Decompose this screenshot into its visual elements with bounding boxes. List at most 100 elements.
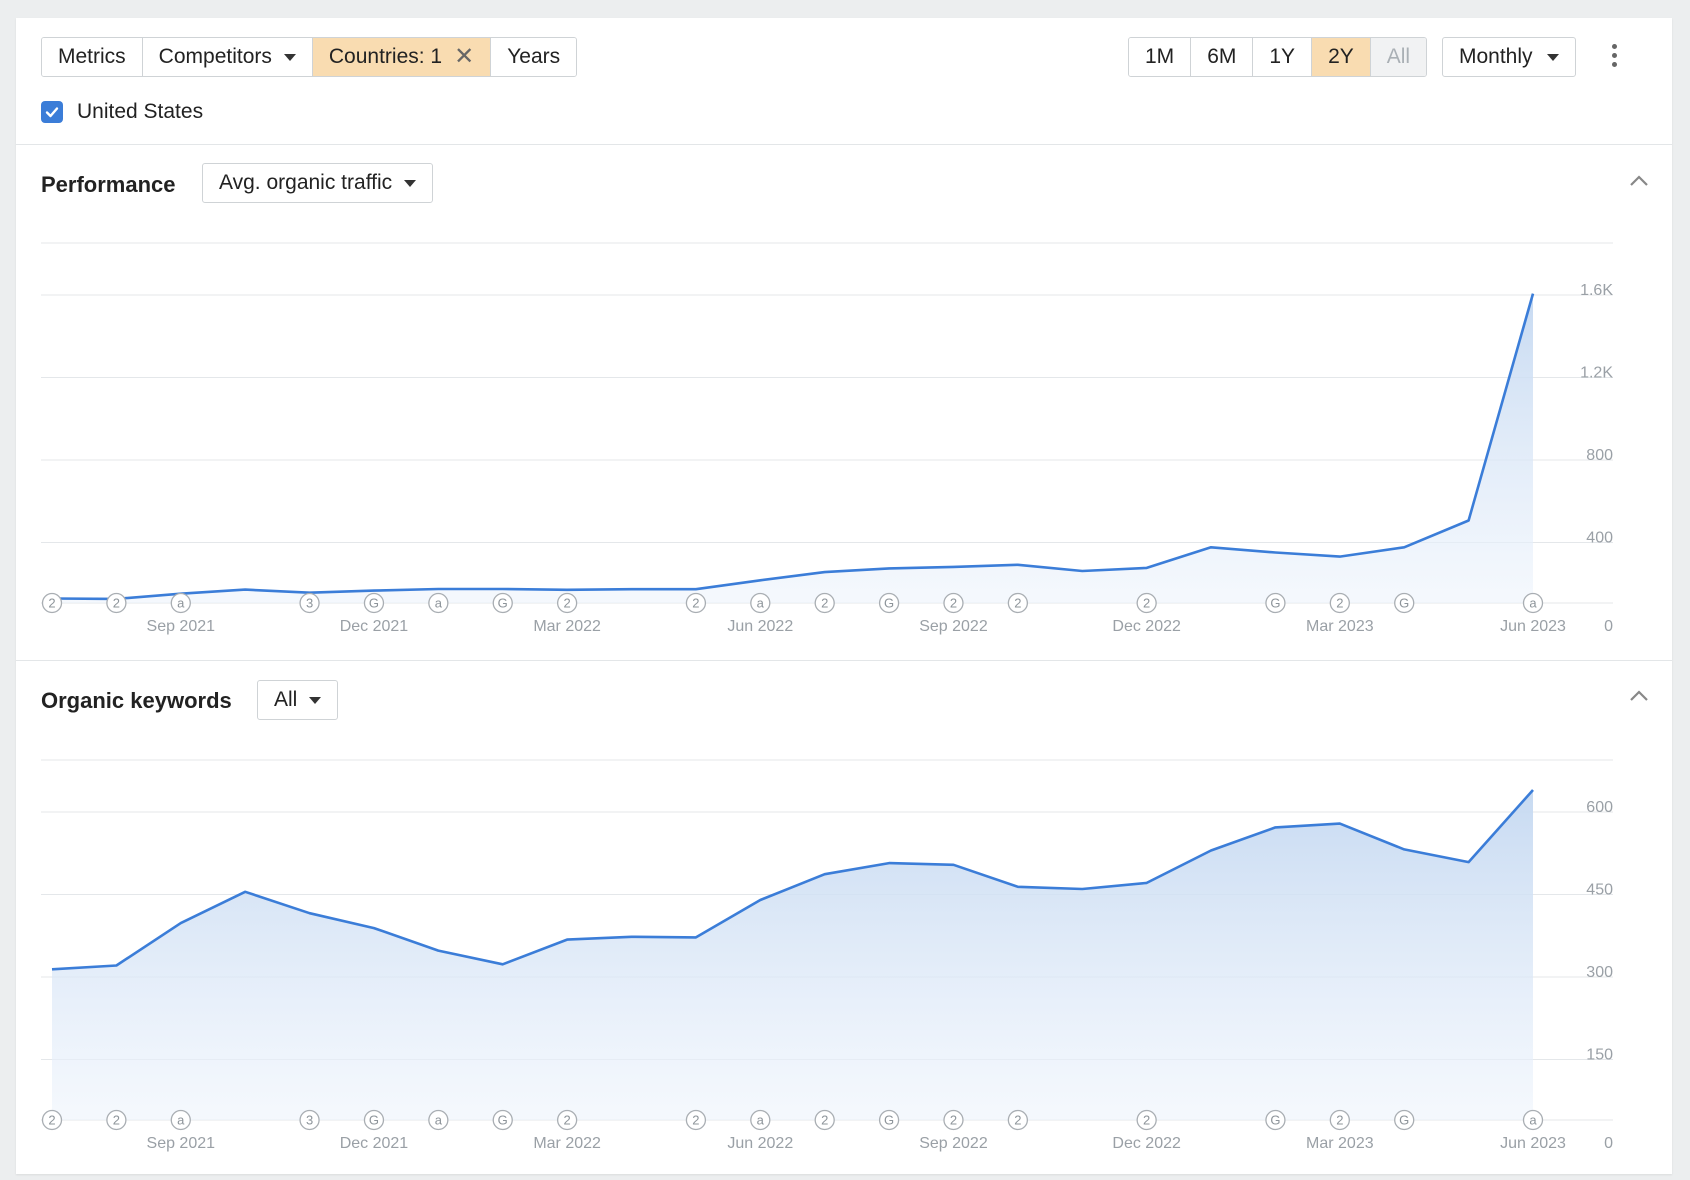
x-tick-label: Jun 2022: [727, 1135, 793, 1152]
x-tick-label: Dec 2021: [340, 618, 409, 635]
x-tick-label: Sep 2022: [919, 618, 988, 635]
close-icon[interactable]: ✕: [454, 45, 474, 69]
series-area: [52, 293, 1533, 603]
years-label: Years: [507, 45, 561, 68]
keywords-title: Organic keywords: [41, 688, 232, 713]
annotation-label: 2: [950, 1113, 957, 1128]
annotation-label: G: [498, 596, 508, 611]
annotation-label: 2: [1336, 1113, 1343, 1128]
range-2y-button[interactable]: 2Y: [1312, 38, 1371, 76]
country-label: United States: [77, 100, 204, 123]
main-toolbar: Metrics Competitors Countries: 1 ✕ Years: [41, 37, 578, 77]
y-tick-label: 300: [1586, 964, 1613, 981]
filter-segment: Metrics Competitors Countries: 1 ✕ Years: [41, 37, 578, 77]
y-tick-label: 1.2K: [1580, 365, 1613, 382]
caret-down-icon: [309, 696, 322, 704]
check-icon: [45, 107, 59, 118]
range-1m-button[interactable]: 1M: [1129, 38, 1192, 76]
range-1y-button[interactable]: 1Y: [1253, 38, 1313, 76]
annotation-label: G: [884, 1113, 894, 1128]
series-line: [51, 293, 1535, 601]
annotation-label: 2: [692, 596, 699, 611]
performance-metric-label: Avg. organic traffic: [219, 171, 393, 194]
x-tick-label: Mar 2023: [1306, 618, 1374, 635]
annotation-label: a: [177, 1113, 185, 1128]
divider: [16, 660, 1672, 661]
x-tick-label: Dec 2021: [340, 1135, 409, 1152]
years-button[interactable]: Years: [491, 38, 577, 76]
x-tick-label: Dec 2022: [1112, 1135, 1181, 1152]
series-area: [52, 790, 1533, 1120]
annotation-label: G: [369, 1113, 379, 1128]
x-tick-label: Jun 2022: [727, 618, 793, 635]
y-tick-label: 600: [1586, 799, 1613, 816]
annotation-label: G: [498, 1113, 508, 1128]
interval-label: Monthly: [1459, 45, 1533, 68]
annotation-label: 3: [306, 1113, 313, 1128]
annotation-label: 2: [113, 596, 120, 611]
country-checkbox[interactable]: [41, 101, 63, 123]
x-tick-label: Sep 2022: [919, 1135, 988, 1152]
annotation-label: a: [435, 1113, 443, 1128]
countries-button[interactable]: Countries: 1 ✕: [312, 38, 492, 76]
annotation-label: 2: [821, 596, 828, 611]
x-tick-label: Jun 2023: [1500, 618, 1566, 635]
collapse-performance-icon[interactable]: [1626, 168, 1652, 194]
annotation-label: G: [1270, 596, 1280, 611]
countries-label: Countries: 1: [328, 45, 443, 68]
caret-down-icon: [404, 179, 417, 187]
annotation-label: 2: [821, 1113, 828, 1128]
caret-down-icon: [1546, 53, 1559, 61]
performance-chart: 0 400 800 1.2K 1.6K 2 2 a 3 Ga G 2 2 a 2 G 2 2 2 G 2 Ga Sep 20…: [41, 242, 1613, 635]
annotation-label: 2: [48, 1113, 55, 1128]
x-tick-label: Mar 2023: [1306, 1135, 1374, 1152]
annotation-label: 2: [1143, 596, 1150, 611]
performance-metric-dropdown[interactable]: Avg. organic traffic: [202, 163, 434, 203]
annotation-label: G: [1399, 1113, 1409, 1128]
range-all-button[interactable]: All: [1370, 38, 1427, 76]
date-range-selector: 1M 6M 1Y 2Y All: [1128, 37, 1428, 77]
annotation-label: G: [1270, 1113, 1280, 1128]
metrics-button[interactable]: Metrics: [42, 38, 143, 76]
performance-title: Performance: [41, 172, 176, 197]
x-tick-label: Sep 2021: [147, 618, 216, 635]
x-tick-label: Mar 2022: [533, 1135, 601, 1152]
divider: [16, 144, 1672, 145]
y-tick-label: 800: [1586, 447, 1613, 464]
annotation-label: 2: [692, 1113, 699, 1128]
caret-down-icon: [283, 53, 296, 61]
more-options-icon[interactable]: [1610, 44, 1618, 67]
y-tick-label: 1.6K: [1580, 282, 1613, 299]
metrics-label: Metrics: [58, 45, 126, 68]
annotation-label: a: [757, 596, 765, 611]
annotation-label: G: [369, 596, 379, 611]
x-tick-label: Sep 2021: [147, 1135, 216, 1152]
annotation-label: 2: [950, 596, 957, 611]
annotation-label: a: [435, 596, 443, 611]
range-6m-button[interactable]: 6M: [1191, 38, 1254, 76]
x-tick-label: Mar 2022: [533, 618, 601, 635]
annotation-label: 2: [113, 1113, 120, 1128]
annotation-label: a: [757, 1113, 765, 1128]
keywords-chart: 0 150 300 450 600 2 2 a 3 Ga G 2 2 a 2 G 2 2 2 G 2 Ga Sep 2021…: [41, 759, 1613, 1152]
annotation-label: 2: [564, 1113, 571, 1128]
annotation-label: G: [884, 596, 894, 611]
competitors-button[interactable]: Competitors: [142, 38, 313, 76]
overview-panel: Metrics Competitors Countries: 1 ✕ Years …: [16, 18, 1672, 1174]
annotation-label: 2: [1014, 1113, 1021, 1128]
collapse-keywords-icon[interactable]: [1626, 683, 1652, 709]
interval-dropdown[interactable]: Monthly: [1442, 37, 1576, 77]
keywords-filter-label: All: [274, 688, 298, 711]
y-tick-label: 450: [1586, 882, 1613, 899]
competitors-label: Competitors: [158, 45, 272, 68]
annotation-label: G: [1399, 596, 1409, 611]
x-tick-label: Dec 2022: [1112, 618, 1181, 635]
country-filter: United States: [41, 100, 203, 124]
x-tick-label: Jun 2023: [1500, 1135, 1566, 1152]
annotation-label: 2: [1143, 1113, 1150, 1128]
annotation-label: 3: [306, 596, 313, 611]
annotation-label: a: [1529, 1113, 1537, 1128]
annotation-label: 2: [1336, 596, 1343, 611]
keywords-filter-dropdown[interactable]: All: [257, 680, 339, 720]
y-tick-label: 0: [1604, 1135, 1613, 1152]
